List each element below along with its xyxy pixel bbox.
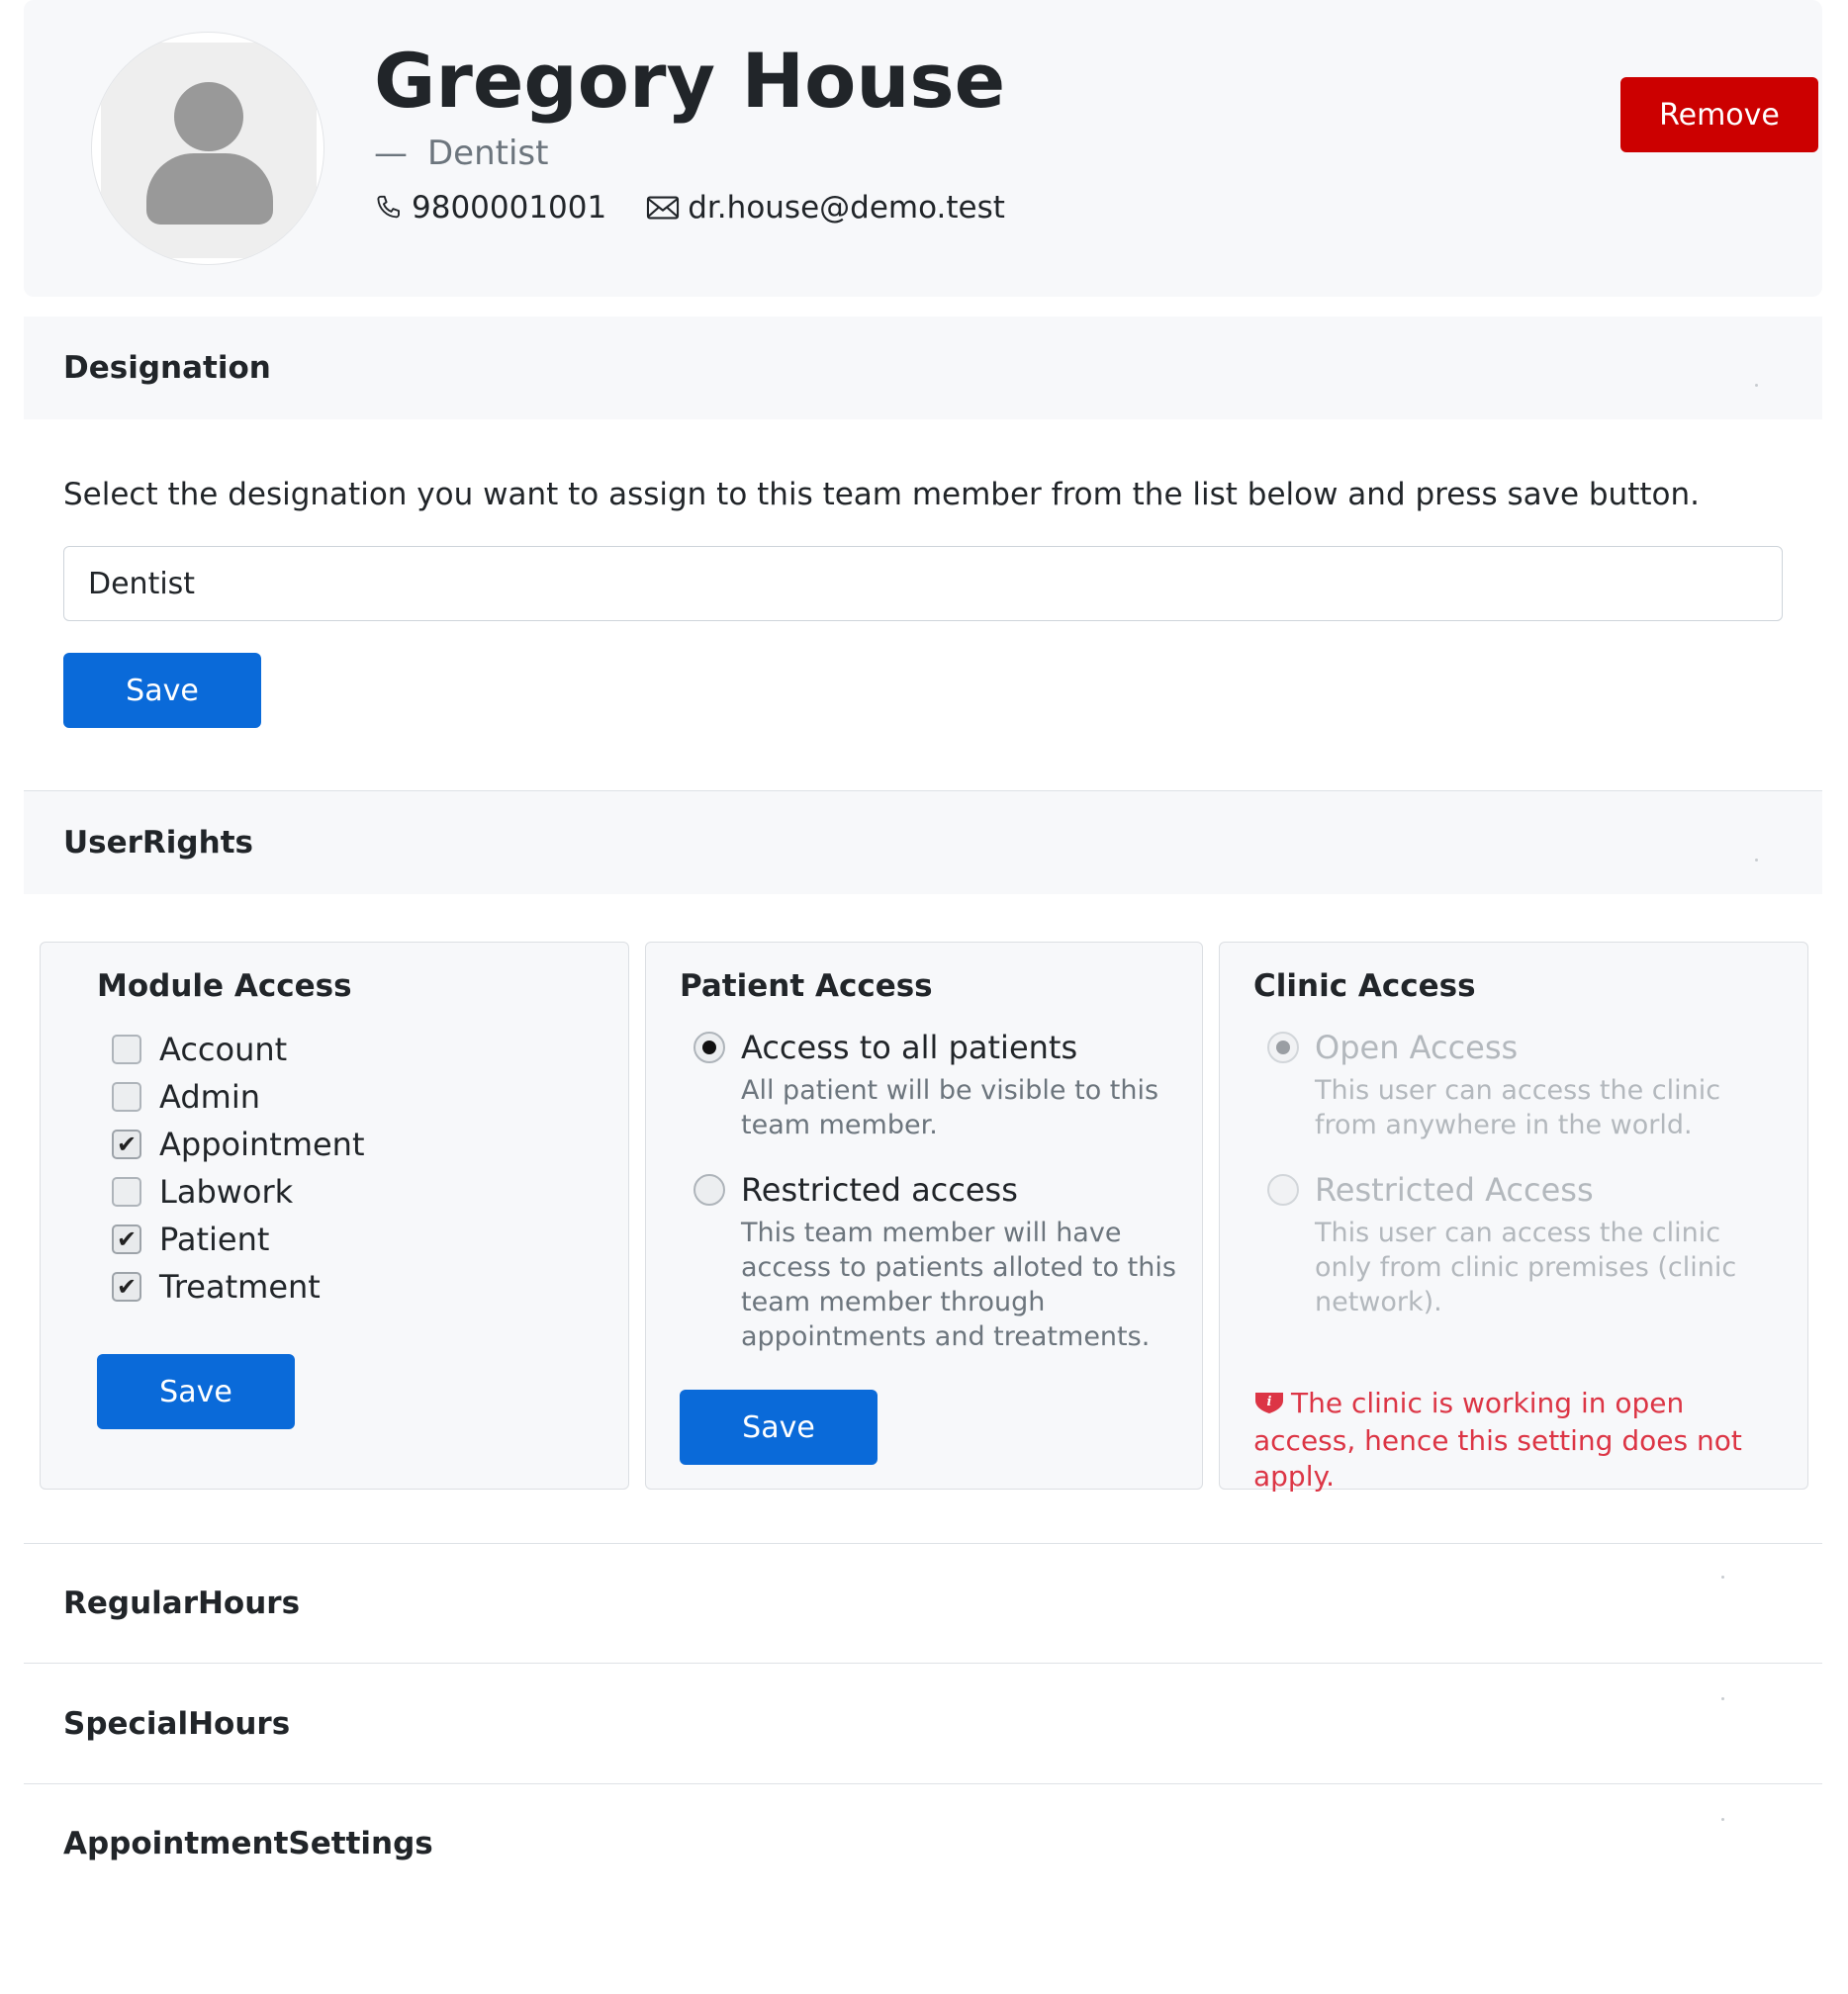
designation-section-title: Designation <box>63 350 271 386</box>
user-silhouette-icon <box>101 43 317 258</box>
appointmentsettings-section-title: AppointmentSettings <box>63 1826 433 1861</box>
profile-name: Gregory House <box>374 37 1006 125</box>
designation-help-text: Select the designation you want to assig… <box>63 477 1700 512</box>
patient-access-card: Patient Access Access to all patients Al… <box>645 942 1203 1490</box>
checkbox-label: Appointment <box>159 1126 365 1163</box>
specialhours-section-header[interactable]: SpecialHours <box>24 1664 1822 1783</box>
contact-row: 9800001001 dr.house@demo.test <box>374 188 1005 227</box>
radio-button[interactable] <box>693 1174 725 1206</box>
radio-label: Restricted access <box>741 1171 1018 1209</box>
radio-description: All patient will be visible to this team… <box>741 1075 1159 1140</box>
expand-indicator-icon <box>1721 1818 1724 1821</box>
clinic-access-card: Clinic Access Open Access This user can … <box>1219 942 1808 1493</box>
email-address[interactable]: dr.house@demo.test <box>688 188 1005 227</box>
envelope-icon <box>646 194 680 222</box>
patient-access-save-button[interactable]: Save <box>680 1390 878 1465</box>
check-icon: ✔ <box>116 1131 138 1158</box>
team-member-page: Gregory House — Dentist 9800001001 dr.ho… <box>0 0 1848 1994</box>
module-checkbox-patient[interactable]: ✔ Patient <box>112 1218 269 1261</box>
radio-label: Restricted Access <box>1315 1171 1594 1209</box>
designation-text: Dentist <box>427 134 549 173</box>
email-wrapper[interactable]: dr.house@demo.test <box>646 188 1005 227</box>
checkbox[interactable]: ✔ <box>112 1130 141 1159</box>
regularhours-section-header[interactable]: RegularHours <box>24 1544 1822 1663</box>
checkbox[interactable] <box>112 1082 141 1112</box>
designation-save-button[interactable]: Save <box>63 653 261 728</box>
profile-card: Gregory House — Dentist 9800001001 dr.ho… <box>24 0 1822 297</box>
module-access-card: Module Access Account Admin ✔ Appointmen… <box>40 942 629 1490</box>
radio-description: This user can access the clinic only fro… <box>1315 1218 1737 1317</box>
phone-number: 9800001001 <box>412 190 607 226</box>
module-checkbox-labwork[interactable]: Labwork <box>112 1170 293 1214</box>
checkbox[interactable] <box>112 1177 141 1207</box>
appointmentsettings-section-header[interactable]: AppointmentSettings <box>24 1784 1822 1903</box>
radio-button[interactable] <box>693 1032 725 1063</box>
expand-indicator-icon <box>1721 1576 1724 1579</box>
designation-select[interactable] <box>63 546 1783 621</box>
checkbox[interactable]: ✔ <box>112 1224 141 1254</box>
patient-access-title: Patient Access <box>680 968 933 1004</box>
userrights-section-title: UserRights <box>63 825 253 861</box>
collapse-indicator-icon <box>1755 859 1758 861</box>
exclamation-shield-icon: i <box>1253 1388 1285 1423</box>
checkbox[interactable] <box>112 1035 141 1064</box>
patient-access-all-option[interactable]: Access to all patients All patient will … <box>693 1028 1178 1156</box>
checkbox-label: Patient <box>159 1221 270 1258</box>
clinic-access-restricted-option: Restricted Access This user can access t… <box>1267 1170 1782 1328</box>
module-checkbox-appointment[interactable]: ✔ Appointment <box>112 1123 365 1166</box>
module-checkbox-account[interactable]: Account <box>112 1028 287 1071</box>
module-checkbox-admin[interactable]: Admin <box>112 1075 260 1119</box>
radio-label: Access to all patients <box>741 1029 1078 1066</box>
checkbox-label: Admin <box>159 1078 260 1116</box>
radio-button <box>1267 1174 1299 1206</box>
warning-text: The clinic is working in open access, he… <box>1253 1387 1742 1493</box>
regularhours-section-title: RegularHours <box>63 1586 301 1621</box>
designation-section-header[interactable]: Designation <box>24 317 1822 419</box>
patient-access-restricted-option[interactable]: Restricted access This team member will … <box>693 1170 1178 1358</box>
phone-icon <box>374 193 404 223</box>
remove-button[interactable]: Remove <box>1620 77 1818 152</box>
specialhours-section-title: SpecialHours <box>63 1705 291 1742</box>
clinic-access-warning: i The clinic is working in open access, … <box>1253 1386 1748 1495</box>
radio-label: Open Access <box>1315 1029 1519 1066</box>
checkbox-label: Labwork <box>159 1173 294 1211</box>
check-icon: ✔ <box>116 1225 138 1253</box>
checkbox-label: Treatment <box>159 1268 321 1306</box>
clinic-access-open-option: Open Access This user can access the cli… <box>1267 1028 1782 1156</box>
module-access-save-button[interactable]: Save <box>97 1354 295 1429</box>
designation-dash: — <box>374 134 408 173</box>
radio-button <box>1267 1032 1299 1063</box>
checkbox[interactable]: ✔ <box>112 1272 141 1302</box>
module-checkbox-treatment[interactable]: ✔ Treatment <box>112 1265 321 1309</box>
radio-description: This user can access the clinic from any… <box>1315 1075 1721 1140</box>
profile-designation: — Dentist <box>374 133 548 174</box>
check-icon: ✔ <box>116 1273 138 1301</box>
clinic-access-title: Clinic Access <box>1253 968 1476 1004</box>
userrights-section-header[interactable]: UserRights <box>24 791 1822 894</box>
checkbox-label: Account <box>159 1031 288 1068</box>
module-access-title: Module Access <box>97 968 352 1004</box>
radio-description: This team member will have access to pat… <box>741 1218 1176 1352</box>
svg-text:i: i <box>1267 1395 1272 1409</box>
collapse-indicator-icon <box>1755 384 1758 387</box>
expand-indicator-icon <box>1721 1697 1724 1700</box>
avatar <box>91 32 324 265</box>
